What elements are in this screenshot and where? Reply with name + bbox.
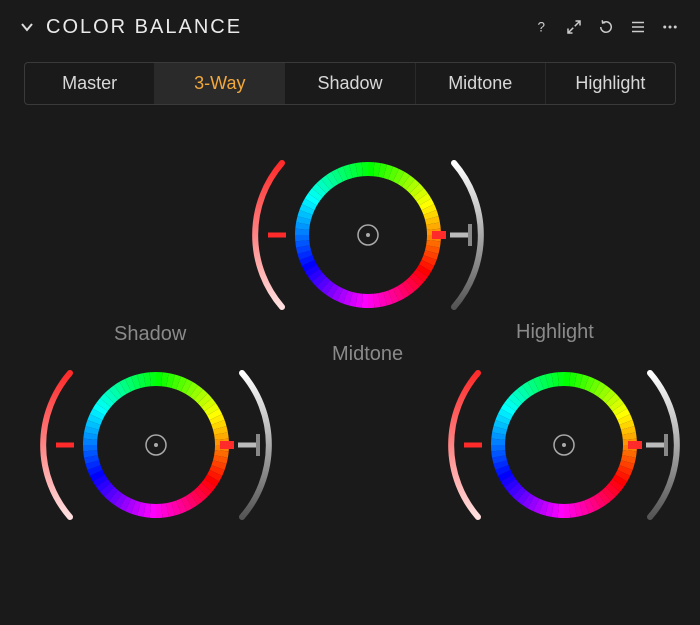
tab-master[interactable]: Master	[25, 63, 155, 104]
wheel-label-highlight: Highlight	[516, 321, 594, 344]
panel-header: COLOR BALANCE ?	[18, 10, 682, 44]
more-icon	[661, 18, 679, 36]
color-wheel-icon	[238, 135, 498, 335]
reset-button[interactable]	[594, 15, 618, 39]
expand-icon	[565, 18, 583, 36]
collapse-toggle[interactable]	[18, 18, 36, 36]
help-icon: ?	[533, 18, 551, 36]
expand-button[interactable]	[562, 15, 586, 39]
more-button[interactable]	[658, 15, 682, 39]
color-wheel-shadow[interactable]	[26, 345, 286, 545]
menu-button[interactable]	[626, 15, 650, 39]
svg-text:?: ?	[538, 20, 546, 35]
tab-shadow[interactable]: Shadow	[285, 63, 415, 104]
color-wheel-highlight[interactable]	[434, 345, 694, 545]
reset-icon	[597, 18, 615, 36]
wheels-area: Shadow Midtone Highlight	[18, 135, 682, 625]
color-balance-panel: COLOR BALANCE ? Master 3-Way Shadow Midt…	[0, 0, 700, 625]
help-button[interactable]: ?	[530, 15, 554, 39]
tab-midtone[interactable]: Midtone	[416, 63, 546, 104]
mode-tabs: Master 3-Way Shadow Midtone Highlight	[24, 62, 676, 105]
color-wheel-midtone[interactable]	[238, 135, 498, 335]
tab-highlight[interactable]: Highlight	[546, 63, 675, 104]
color-wheel-icon	[434, 345, 694, 545]
wheel-label-midtone: Midtone	[332, 343, 403, 366]
color-wheel-icon	[26, 345, 286, 545]
menu-icon	[629, 18, 647, 36]
chevron-down-icon	[20, 20, 34, 34]
panel-title: COLOR BALANCE	[46, 16, 242, 39]
wheel-label-shadow: Shadow	[114, 323, 186, 346]
tab-3way[interactable]: 3-Way	[155, 63, 285, 104]
